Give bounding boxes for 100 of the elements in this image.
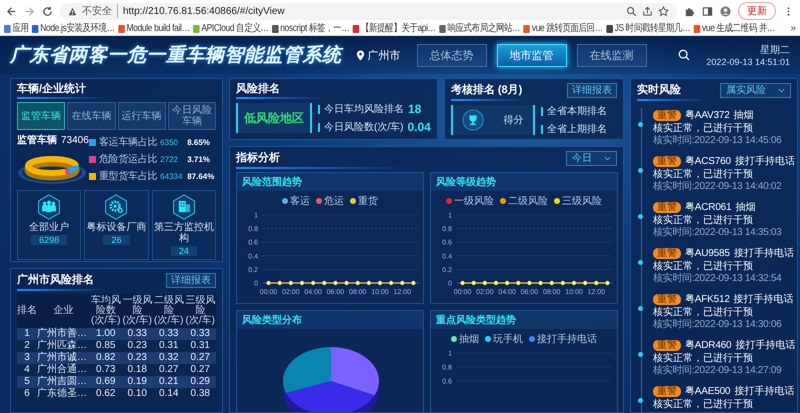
bookmark-link[interactable]: JS 时间戳转星期几…	[606, 22, 690, 34]
card-value: 6298	[31, 235, 68, 245]
security-label: 不安全	[82, 4, 118, 18]
data-point	[605, 280, 610, 286]
data-point	[516, 280, 520, 286]
report-button[interactable]: 详细报表	[567, 83, 617, 98]
bookmark-link[interactable]: vue 生成二维码 并…	[694, 22, 775, 34]
panel-title: 实时风险	[637, 84, 681, 97]
vehicle-tab[interactable]: 在线车辆	[67, 102, 116, 130]
zoom-icon[interactable]	[626, 6, 637, 16]
bookmark-link[interactable]: 响应式布局之网站…	[439, 22, 520, 34]
pin-icon	[356, 50, 364, 60]
chart-title: 风险等级趋势	[431, 173, 617, 191]
alert-tag: 重警	[653, 294, 681, 304]
panel-title: 考核排名 (8月)	[450, 84, 522, 97]
data-point	[344, 280, 349, 286]
card-value: 24	[170, 246, 197, 256]
data-point	[288, 280, 294, 286]
card-value: 26	[103, 235, 130, 245]
app-title: 广东省两客一危一重车辆智能监管系统	[10, 44, 342, 68]
timeline-dot	[638, 214, 643, 219]
stat-value: 0.04	[407, 120, 431, 134]
table-cell: 1	[17, 328, 37, 340]
legend-label: 危险货运占比	[99, 152, 158, 166]
bookmark-link[interactable]: APICloud 自定义…	[193, 22, 268, 34]
location-selector[interactable]: 广州市	[356, 48, 400, 62]
card-label: 全部业户	[29, 222, 70, 233]
chart-title: 风险范围趋势	[237, 173, 423, 191]
bookmark-link[interactable]: vue 跳转页面后回…	[523, 22, 603, 34]
search-icon[interactable]	[678, 49, 690, 61]
datetime-label: 2022-09-13 14:51:01	[706, 57, 790, 67]
score-label: 得分	[503, 114, 524, 127]
table-cell: 0.27	[184, 364, 216, 376]
behavior-label: 接打手持电话	[735, 338, 796, 352]
filter-dropdown[interactable]: 属实风险	[720, 83, 791, 98]
table-cell: 0.33	[153, 328, 184, 340]
bookmark-link[interactable]: 【新提醒】关于api…	[352, 22, 436, 34]
plate-number: 粤AFK512	[685, 293, 730, 306]
table-cell: 0.73	[90, 364, 122, 376]
sidebar-icon[interactable]	[702, 6, 713, 16]
legend-label: 抽烟	[459, 332, 479, 346]
address-bar[interactable]: 不安全 http://210.76.81.56:40866/#/cityView	[60, 2, 677, 20]
table-cell: 广州合通…	[37, 364, 90, 376]
bookmark-link[interactable]: noscript 标签，一…	[272, 22, 350, 34]
card-label: 第三方监控机构	[154, 222, 214, 244]
report-button[interactable]: 详细报表	[166, 273, 216, 288]
table-cell: 0.29	[184, 376, 216, 388]
alert-tag: 重警	[653, 156, 681, 166]
vehicle-tab[interactable]: 监管车辆	[17, 102, 66, 130]
status-text: 核实正常，已进行干预	[653, 123, 754, 134]
update-button[interactable]: 更新	[738, 2, 776, 20]
data-point	[333, 280, 338, 286]
period-dropdown[interactable]: 今日	[566, 151, 617, 166]
share-icon[interactable]	[642, 6, 653, 16]
data-point	[378, 280, 382, 286]
nav-tab[interactable]: 在线监测	[576, 44, 646, 66]
data-point	[560, 280, 566, 286]
status-text: 核实正常，已进行干预	[653, 399, 754, 411]
risk-level-badge: 低风险地区	[236, 103, 312, 133]
panel-title: 指标分析	[236, 152, 280, 165]
data-point	[366, 280, 372, 286]
data-point	[538, 280, 543, 286]
timeline-dot	[638, 398, 643, 403]
table-cell: 广东德圣…	[37, 388, 90, 400]
legend-label: 三级风险	[562, 195, 602, 208]
puzzle-icon[interactable]	[684, 6, 695, 16]
total-value: 73406	[61, 135, 89, 146]
table-cell: 0.33	[122, 328, 153, 340]
legend-count: 64334	[160, 172, 184, 180]
table-cell: 广州市诚…	[37, 352, 90, 364]
chevron-down-icon	[604, 156, 611, 161]
data-point	[504, 280, 510, 286]
bookmark-link[interactable]: Node.js安装及环境…	[32, 22, 115, 34]
nav-tab[interactable]: 地市监管	[496, 44, 566, 66]
table-cell: 0.69	[90, 376, 122, 388]
legend-percent: 87.64%	[187, 172, 214, 180]
table-cell: 0.27	[153, 364, 184, 376]
back-icon[interactable]	[6, 6, 17, 16]
data-point	[572, 280, 576, 286]
plate-number: 粤AAE500	[685, 385, 730, 398]
vehicle-tab[interactable]: 运行车辆	[118, 102, 166, 130]
vehicle-tab[interactable]: 今日风险车辆	[168, 102, 216, 130]
legend-label: 客运车辆占比	[99, 136, 158, 149]
column-header: 车均风险数 (次/车)	[90, 294, 122, 328]
plate-number: 粤ACR061	[685, 201, 732, 214]
verify-time: 核实时间:2022-09-13 14:35:03	[653, 227, 782, 239]
plate-number: 粤ADR460	[685, 339, 732, 352]
nav-tab[interactable]: 总体态势	[416, 44, 486, 66]
table-cell: 0.18	[122, 364, 153, 376]
table-cell: 广州市善…	[37, 328, 90, 340]
bookmark-link[interactable]: 应用	[4, 22, 29, 34]
plate-number: 粤ACS760	[685, 155, 731, 168]
bookmark-link[interactable]: Module build fail…	[118, 22, 190, 34]
chart-title: 重点风险类型趋势	[431, 311, 617, 329]
data-point	[266, 280, 271, 286]
star-icon[interactable]	[658, 6, 669, 16]
reload-icon[interactable]	[42, 6, 53, 16]
legend-label: 玩手机	[493, 332, 523, 346]
table-cell: 广州吉圆…	[37, 376, 90, 388]
profile-icon[interactable]	[720, 6, 731, 16]
